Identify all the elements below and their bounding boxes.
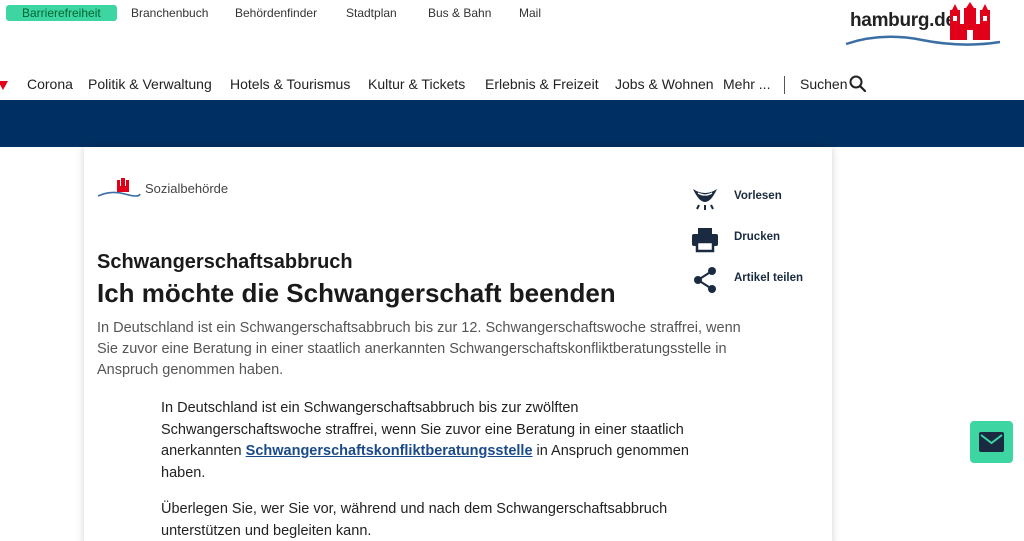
nav-item-kultur[interactable]: Kultur & Tickets [368,76,465,92]
hamburg-castle-icon [845,2,1001,46]
page-title: Ich möchte die Schwangerschaft beenden [97,278,616,308]
link-stadtplan[interactable]: Stadtplan [346,5,397,21]
speaker-icon [693,189,717,210]
read-aloud-label: Vorlesen [734,190,782,202]
link-mail[interactable]: Mail [519,5,541,21]
red-marker [0,81,8,90]
nav-divider [784,76,785,94]
link-branchenbuch[interactable]: Branchenbuch [131,5,208,21]
nav-item-mehr[interactable]: Mehr ... [723,76,770,92]
nav-item-jobs[interactable]: Jobs & Wohnen [615,76,714,92]
department-label: Sozialbehörde [145,181,229,196]
link-behoerdenfinder[interactable]: Behördenfinder [235,5,317,21]
print-label: Drucken [734,231,781,243]
main-navigation: Corona Politik & Verwaltung Hotels & Tou… [0,70,1024,100]
link-bus-bahn[interactable]: Bus & Bahn [428,5,491,21]
nav-item-corona[interactable]: Corona [27,76,73,92]
article-lead: In Deutschland ist ein Schwangerschaftsa… [97,320,741,378]
article-kicker: Schwangerschaftsabbruch [97,251,353,273]
contact-mail-button[interactable] [970,421,1013,463]
hamburg-logo[interactable]: hamburg.de [842,2,1002,48]
nav-item-erlebnis[interactable]: Erlebnis & Freizeit [485,76,599,92]
hamburg-castle-icon [97,178,141,197]
mail-icon [979,432,1004,452]
nav-item-politik[interactable]: Politik & Verwaltung [88,76,212,92]
article-paragraph: In Deutschland ist ein Schwangerschaftsa… [161,398,721,484]
search-icon[interactable] [849,75,867,93]
share-icon [694,267,716,293]
article-paragraph: Überlegen Sie, wer Sie vor, während und … [161,501,668,539]
beratungsstelle-link[interactable]: Schwangerschaftskonfliktberatungsstelle [246,443,533,459]
search-button[interactable]: Suchen [800,76,847,92]
share-label: Artikel teilen [734,272,804,284]
link-barrierefreiheit[interactable]: Barrierefreiheit [6,5,117,21]
printer-icon [692,228,718,253]
nav-item-hotels[interactable]: Hotels & Tourismus [230,76,350,92]
header-band [0,100,1024,147]
